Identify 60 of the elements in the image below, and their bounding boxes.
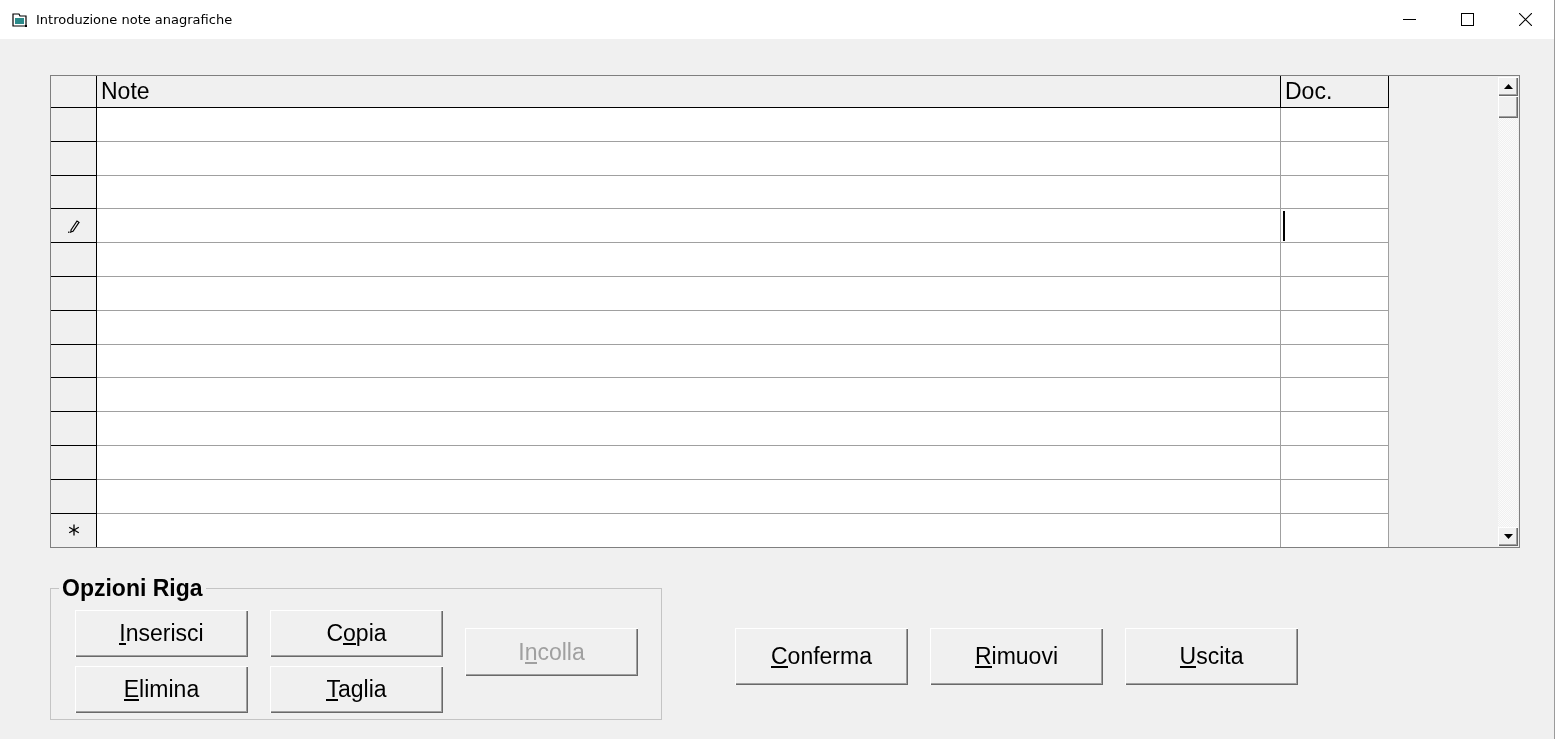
table-cell[interactable]: [1281, 209, 1389, 244]
table-cell[interactable]: [97, 445, 1281, 480]
confirm-button[interactable]: Conferma: [735, 628, 908, 685]
table-cell[interactable]: [97, 141, 1281, 176]
table-cell[interactable]: [1281, 277, 1389, 311]
row-header-cell[interactable]: [51, 344, 97, 379]
column-header: Note: [97, 76, 1281, 108]
table-cell[interactable]: [97, 513, 1281, 548]
table-cell[interactable]: [97, 108, 1281, 142]
row-header-cell[interactable]: [51, 108, 97, 142]
asterisk-icon: [67, 523, 80, 538]
table-cell[interactable]: [97, 277, 1281, 311]
table-cell[interactable]: [1281, 513, 1389, 548]
table-cell[interactable]: [1281, 108, 1389, 142]
table-cell[interactable]: [1281, 378, 1389, 413]
table-cell[interactable]: [1281, 141, 1389, 176]
table-cell[interactable]: [1281, 243, 1389, 277]
table-cell[interactable]: [97, 412, 1281, 446]
table-cell[interactable]: [1281, 310, 1389, 345]
row-header-cell[interactable]: [51, 310, 97, 345]
pencil-icon: [67, 218, 80, 233]
table-cell[interactable]: [1281, 479, 1389, 514]
table-cell[interactable]: [97, 479, 1281, 514]
table-cell[interactable]: [97, 243, 1281, 277]
copy-button[interactable]: Copia: [270, 610, 443, 657]
text-caret: [1283, 210, 1285, 241]
window-title: Introduzione note anagrafiche: [36, 12, 233, 27]
table-cell[interactable]: [1281, 445, 1389, 480]
row-header-cell[interactable]: [51, 445, 97, 480]
table-cell[interactable]: [97, 310, 1281, 345]
table-cell[interactable]: [1281, 412, 1389, 446]
row-header-cell[interactable]: [51, 277, 97, 311]
scroll-down-button[interactable]: [1498, 527, 1518, 546]
table-cell[interactable]: [1281, 344, 1389, 379]
close-icon: [1518, 13, 1532, 26]
table-cell[interactable]: [97, 175, 1281, 210]
insert-button[interactable]: Inserisci: [75, 610, 248, 657]
cut-button[interactable]: Taglia: [270, 666, 443, 713]
remove-button[interactable]: Rimuovi: [930, 628, 1103, 685]
row-header-cell[interactable]: [51, 175, 97, 210]
table-cell[interactable]: [97, 378, 1281, 413]
row-header-cell[interactable]: [51, 243, 97, 277]
table-cell[interactable]: [1281, 175, 1389, 210]
delete-button[interactable]: Elimina: [75, 666, 248, 713]
triangle-down-icon: [1503, 534, 1513, 539]
row-header-cell[interactable]: [51, 479, 97, 514]
table-cell[interactable]: [97, 344, 1281, 379]
row-header-cell[interactable]: [51, 378, 97, 413]
window-icon: [12, 11, 28, 28]
column-header: Doc.: [1281, 76, 1389, 108]
triangle-up-icon: [1503, 84, 1513, 89]
row-header-cell[interactable]: [51, 412, 97, 446]
scroll-up-button[interactable]: [1498, 77, 1518, 96]
table-cell[interactable]: [97, 209, 1281, 244]
group-title: Opzioni Riga: [61, 576, 204, 600]
row-header-cell[interactable]: [51, 209, 97, 244]
row-header-cell[interactable]: [51, 141, 97, 176]
maximize-icon: [1460, 13, 1474, 26]
exit-button[interactable]: Uscita: [1125, 628, 1298, 685]
scrollbar-thumb[interactable]: [1498, 96, 1518, 118]
